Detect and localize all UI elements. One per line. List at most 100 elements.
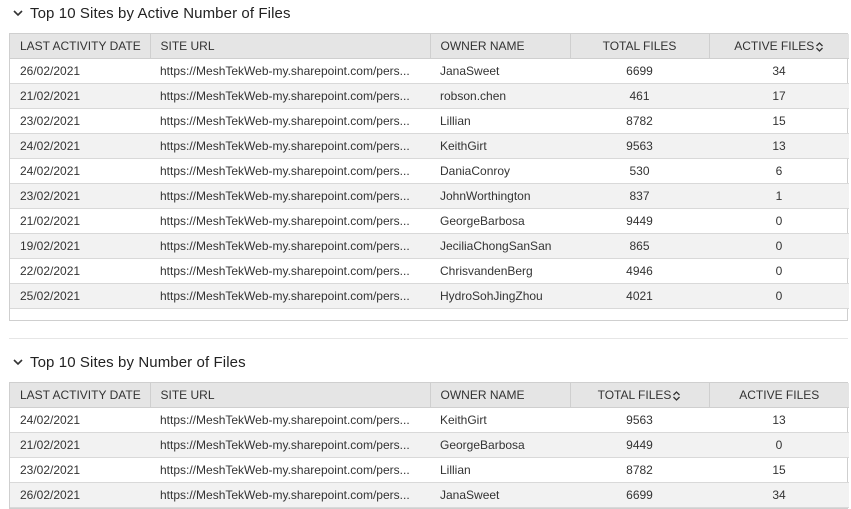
cell-total-files: 9563 [570,133,709,159]
cell-site-url[interactable]: https://MeshTekWeb-my.sharepoint.com/per… [150,133,430,159]
cell-owner-name: KeithGirt [430,407,570,433]
cell-active-files: 15 [709,108,849,134]
cell-owner-name: JanaSweet [430,58,570,84]
cell-site-url[interactable]: https://MeshTekWeb-my.sharepoint.com/per… [150,58,430,84]
cell-owner-name: Lillian [430,457,570,483]
chevron-down-icon[interactable] [11,6,25,20]
table-row[interactable]: 21/02/2021 https://MeshTekWeb-my.sharepoi… [10,83,849,109]
table-row[interactable]: 23/02/2021 https://MeshTekWeb-my.sharepoi… [10,183,849,209]
column-header-site-url[interactable]: SITE URL [150,383,431,408]
chevron-down-icon[interactable] [11,355,25,369]
cell-owner-name: JohnWorthington [430,183,570,209]
cell-owner-name: Lillian [430,108,570,134]
cell-site-url[interactable]: https://MeshTekWeb-my.sharepoint.com/per… [150,482,430,508]
section-title: Top 10 Sites by Active Number of Files [30,4,291,22]
cell-total-files: 9449 [570,208,709,234]
table-total-files: LAST ACTIVITY DATE SITE URL OWNER NAME T… [9,382,849,509]
cell-total-files: 530 [570,158,709,184]
cell-site-url[interactable]: https://MeshTekWeb-my.sharepoint.com/per… [150,407,430,433]
cell-site-url[interactable]: https://MeshTekWeb-my.sharepoint.com/per… [150,283,430,309]
table-row[interactable]: 22/02/2021 https://MeshTekWeb-my.sharepoi… [10,258,849,284]
cell-last-activity-date: 21/02/2021 [10,208,150,234]
section-header[interactable]: Top 10 Sites by Active Number of Files [0,0,291,26]
column-header-owner-name[interactable]: OWNER NAME [430,383,571,408]
cell-total-files: 8782 [570,108,709,134]
cell-owner-name: GeorgeBarbosa [430,208,570,234]
cell-site-url[interactable]: https://MeshTekWeb-my.sharepoint.com/per… [150,432,430,458]
column-header-label: TOTAL FILES [597,388,672,402]
table-row[interactable]: 21/02/2021 https://MeshTekWeb-my.sharepoi… [10,432,849,458]
table-row[interactable]: 26/02/2021 https://MeshTekWeb-my.sharepoi… [10,482,849,508]
table-active-files: LAST ACTIVITY DATE SITE URL OWNER NAME T… [9,33,849,321]
cell-total-files: 6699 [570,482,709,508]
cell-active-files: 0 [709,233,849,259]
column-header-last-activity-date[interactable]: LAST ACTIVITY DATE [10,34,151,59]
cell-active-files: 13 [709,407,849,433]
table-row[interactable]: 23/02/2021 https://MeshTekWeb-my.sharepoi… [10,108,849,134]
column-header-last-activity-date[interactable]: LAST ACTIVITY DATE [10,383,151,408]
table-row[interactable]: 25/02/2021 https://MeshTekWeb-my.sharepoi… [10,283,849,309]
cell-active-files: 1 [709,183,849,209]
cell-last-activity-date: 25/02/2021 [10,283,150,309]
cell-last-activity-date: 24/02/2021 [10,133,150,159]
cell-total-files: 6699 [570,58,709,84]
column-header-active-files[interactable]: ACTIVE FILES [709,383,849,408]
sort-toggle-icon[interactable] [672,390,681,401]
sort-toggle-icon[interactable] [815,41,824,52]
cell-total-files: 4021 [570,283,709,309]
cell-active-files: 0 [709,258,849,284]
table-row[interactable]: 26/02/2021 https://MeshTekWeb-my.sharepoi… [10,58,849,84]
column-header-label: ACTIVE FILES [734,39,815,53]
cell-total-files: 4946 [570,258,709,284]
cell-site-url[interactable]: https://MeshTekWeb-my.sharepoint.com/per… [150,183,430,209]
section-divider [9,338,848,339]
cell-last-activity-date: 26/02/2021 [10,58,150,84]
cell-total-files: 9563 [570,407,709,433]
cell-total-files: 837 [570,183,709,209]
cell-last-activity-date: 23/02/2021 [10,108,150,134]
cell-owner-name: HydroSohJingZhou [430,283,570,309]
cell-site-url[interactable]: https://MeshTekWeb-my.sharepoint.com/per… [150,108,430,134]
cell-last-activity-date: 19/02/2021 [10,233,150,259]
table-row[interactable]: 21/02/2021 https://MeshTekWeb-my.sharepoi… [10,208,849,234]
cell-site-url[interactable]: https://MeshTekWeb-my.sharepoint.com/per… [150,208,430,234]
section-header[interactable]: Top 10 Sites by Number of Files [0,349,246,375]
column-header-total-files[interactable]: TOTAL FILES [570,34,710,59]
header-row: LAST ACTIVITY DATE SITE URL OWNER NAME T… [10,383,849,408]
cell-total-files: 9449 [570,432,709,458]
cell-last-activity-date: 24/02/2021 [10,407,150,433]
cell-last-activity-date: 21/02/2021 [10,432,150,458]
column-header-active-files[interactable]: ACTIVE FILES [709,34,849,59]
cell-total-files: 865 [570,233,709,259]
column-header-owner-name[interactable]: OWNER NAME [430,34,571,59]
column-header-site-url[interactable]: SITE URL [150,34,431,59]
cell-owner-name: ChrisvandenBerg [430,258,570,284]
cell-active-files: 13 [709,133,849,159]
cell-site-url[interactable]: https://MeshTekWeb-my.sharepoint.com/per… [150,158,430,184]
cell-owner-name: robson.chen [430,83,570,109]
cell-owner-name: DaniaConroy [430,158,570,184]
cell-site-url[interactable]: https://MeshTekWeb-my.sharepoint.com/per… [150,233,430,259]
cell-active-files: 0 [709,208,849,234]
cell-site-url[interactable]: https://MeshTekWeb-my.sharepoint.com/per… [150,457,430,483]
cell-last-activity-date: 23/02/2021 [10,183,150,209]
cell-last-activity-date: 21/02/2021 [10,83,150,109]
cell-active-files: 34 [709,58,849,84]
cell-site-url[interactable]: https://MeshTekWeb-my.sharepoint.com/per… [150,83,430,109]
cell-owner-name: JanaSweet [430,482,570,508]
cell-last-activity-date: 23/02/2021 [10,457,150,483]
cell-site-url[interactable]: https://MeshTekWeb-my.sharepoint.com/per… [150,258,430,284]
cell-last-activity-date: 24/02/2021 [10,158,150,184]
table-row[interactable]: 24/02/2021 https://MeshTekWeb-my.sharepoi… [10,133,849,159]
table-row[interactable]: 24/02/2021 https://MeshTekWeb-my.sharepoi… [10,407,849,433]
cell-active-files: 0 [709,432,849,458]
cell-last-activity-date: 26/02/2021 [10,482,150,508]
cell-active-files: 17 [709,83,849,109]
cell-owner-name: JeciliaChongSanSan [430,233,570,259]
cell-total-files: 461 [570,83,709,109]
column-header-total-files[interactable]: TOTAL FILES [570,383,710,408]
table-row[interactable]: 23/02/2021 https://MeshTekWeb-my.sharepoi… [10,457,849,483]
table-row[interactable]: 19/02/2021 https://MeshTekWeb-my.sharepoi… [10,233,849,259]
cell-owner-name: GeorgeBarbosa [430,432,570,458]
table-row[interactable]: 24/02/2021 https://MeshTekWeb-my.sharepoi… [10,158,849,184]
